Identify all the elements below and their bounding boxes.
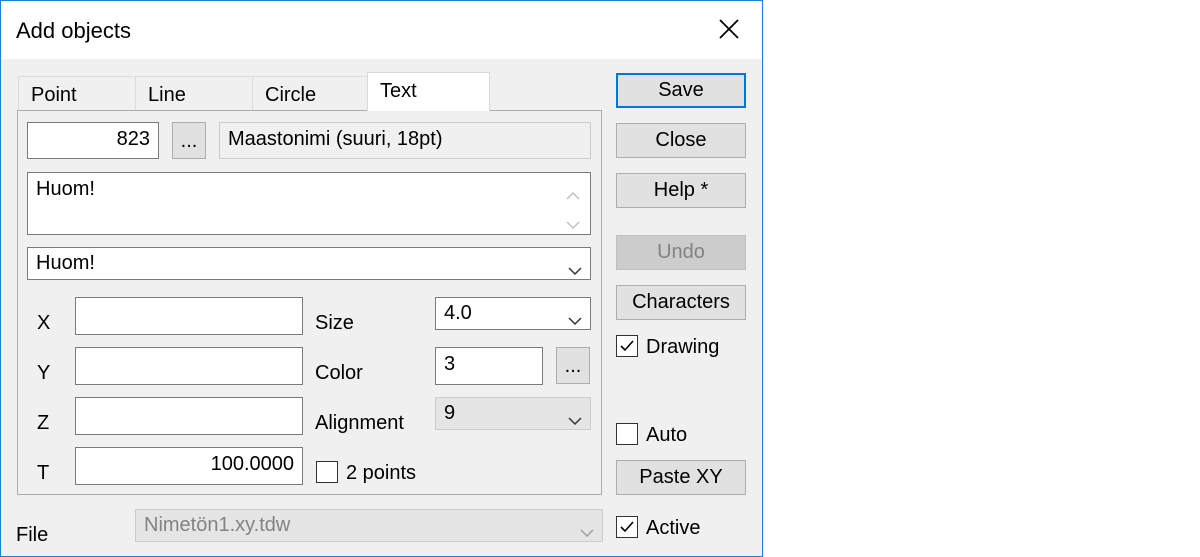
text-combo[interactable]: Huom!	[27, 247, 591, 280]
t-field[interactable]: 100.0000	[75, 447, 303, 485]
close-button[interactable]: Close	[616, 123, 746, 158]
t-label: T	[37, 462, 50, 484]
close-icon[interactable]	[716, 16, 742, 42]
tab-label: Text	[380, 80, 417, 102]
z-field[interactable]	[75, 397, 303, 435]
color-value: 3	[444, 353, 456, 375]
code-value: 823	[116, 128, 150, 150]
save-label: Save	[658, 79, 704, 101]
tab-point[interactable]: Point	[18, 76, 136, 110]
save-button[interactable]: Save	[616, 73, 746, 108]
chevron-down-icon	[580, 521, 594, 537]
drawing-label: Drawing	[646, 336, 720, 358]
text-area-value: Huom!	[36, 178, 95, 200]
undo-button: Undo	[616, 235, 746, 270]
checkmark-icon	[620, 521, 634, 533]
alignment-label: Alignment	[315, 412, 404, 434]
style-name-field: Maastonimi (suuri, 18pt)	[219, 122, 591, 159]
text-combo-value: Huom!	[36, 252, 95, 274]
alignment-value: 9	[444, 402, 456, 424]
browse-label: ...	[180, 130, 198, 152]
code-field[interactable]: 823	[27, 122, 159, 159]
t-value: 100.0000	[210, 453, 294, 475]
paste-xy-button[interactable]: Paste XY	[616, 460, 746, 495]
browse-code-button[interactable]: ...	[172, 122, 206, 159]
auto-label: Auto	[646, 424, 688, 446]
scroll-down-icon[interactable]	[566, 213, 580, 236]
undo-label: Undo	[657, 241, 705, 263]
characters-label: Characters	[632, 291, 730, 313]
tab-label: Point	[31, 84, 77, 106]
browse-label: ...	[564, 355, 582, 377]
size-combo[interactable]: 4.0	[435, 297, 591, 330]
tab-circle[interactable]: Circle	[252, 76, 369, 110]
color-field[interactable]: 3	[435, 347, 543, 385]
alignment-combo[interactable]: 9	[435, 397, 591, 430]
size-value: 4.0	[444, 302, 472, 324]
file-combo: Nimetön1.xy.tdw	[135, 509, 603, 542]
active-checkbox[interactable]	[616, 516, 638, 538]
y-label: Y	[37, 362, 51, 384]
help-label: Help *	[653, 179, 709, 201]
tab-line[interactable]: Line	[135, 76, 253, 110]
active-label: Active	[646, 517, 701, 539]
color-browse-button[interactable]: ...	[556, 347, 590, 384]
x-label: X	[37, 312, 51, 334]
tab-label: Line	[148, 84, 186, 106]
tab-text[interactable]: Text	[367, 72, 490, 111]
size-label: Size	[315, 312, 354, 334]
paste-xy-label: Paste XY	[639, 466, 723, 488]
help-button[interactable]: Help *	[616, 173, 746, 208]
two-points-label: 2 points	[346, 462, 417, 484]
tab-label: Circle	[265, 84, 317, 106]
color-label: Color	[315, 362, 363, 384]
checkmark-icon	[620, 340, 634, 352]
add-objects-dialog: Add objects Point Line Circle Text 823 .…	[0, 0, 763, 557]
file-value: Nimetön1.xy.tdw	[144, 514, 291, 536]
drawing-checkbox[interactable]	[616, 335, 638, 357]
y-field[interactable]	[75, 347, 303, 385]
scroll-up-icon[interactable]	[566, 183, 580, 206]
chevron-down-icon	[568, 309, 582, 325]
style-name: Maastonimi (suuri, 18pt)	[228, 128, 443, 150]
file-label: File	[16, 524, 49, 546]
title-bar: Add objects	[1, 1, 762, 59]
characters-button[interactable]: Characters	[616, 285, 746, 320]
chevron-down-icon	[568, 409, 582, 425]
chevron-down-icon	[568, 259, 582, 275]
x-field[interactable]	[75, 297, 303, 335]
text-area[interactable]: Huom!	[27, 172, 591, 235]
auto-checkbox[interactable]	[616, 423, 638, 445]
two-points-checkbox[interactable]	[316, 461, 338, 483]
z-label: Z	[37, 412, 50, 434]
close-label: Close	[655, 129, 707, 151]
window-title: Add objects	[16, 18, 131, 43]
